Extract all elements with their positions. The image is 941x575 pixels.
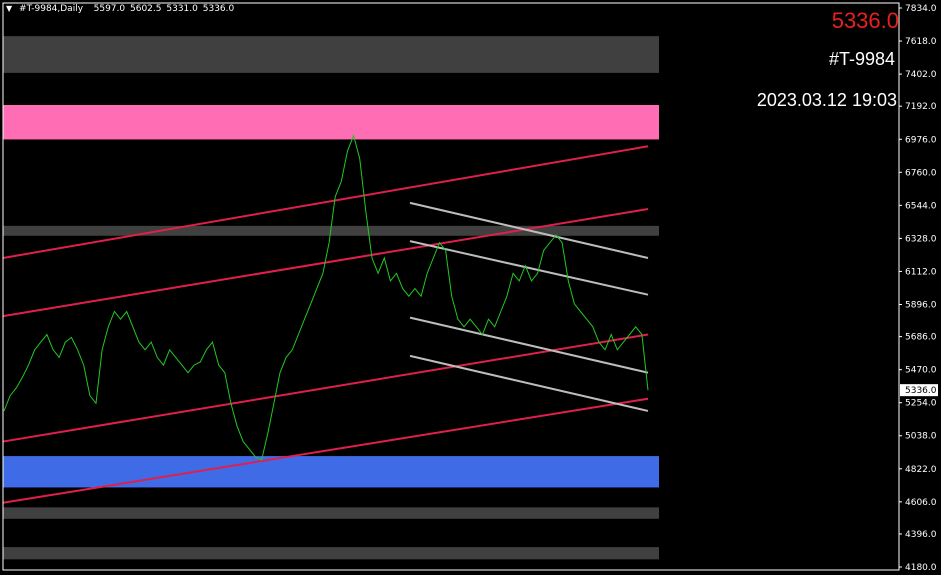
price-series bbox=[3, 134, 649, 461]
y-tick-label: 5686.0 bbox=[905, 333, 937, 343]
zone-gray-4 bbox=[3, 507, 659, 519]
collapse-triangle-icon[interactable]: ▼ bbox=[6, 4, 12, 13]
y-tick-label: 5896.0 bbox=[905, 300, 937, 310]
y-tick-label: 7192.0 bbox=[905, 102, 937, 112]
current-price-overlay: 5336.0 bbox=[831, 8, 899, 33]
y-tick-label: 5470.0 bbox=[905, 366, 937, 376]
datetime-overlay: 2023.03.12 19:03 bbox=[756, 90, 897, 110]
y-tick-label: 5254.0 bbox=[905, 399, 937, 409]
y-tick-label: 6112.0 bbox=[905, 267, 937, 277]
y-tick-label: 6544.0 bbox=[905, 201, 937, 211]
y-tick-label: 5038.0 bbox=[905, 432, 937, 442]
y-tick-label: 7402.0 bbox=[905, 70, 937, 80]
current-price-label: 5336.0 bbox=[905, 386, 937, 396]
zone-gray-0 bbox=[3, 36, 659, 73]
y-tick-label: 4822.0 bbox=[905, 465, 937, 475]
y-tick-label: 4396.0 bbox=[905, 530, 937, 540]
y-tick-label: 7618.0 bbox=[905, 37, 937, 47]
y-tick-label: 6328.0 bbox=[905, 234, 937, 244]
ohlc-high: 5602.5 bbox=[130, 4, 162, 14]
chart-header: ▼ #T-9984,Daily 5597.0 5602.5 5331.0 533… bbox=[6, 4, 236, 14]
y-tick-label: 4180.0 bbox=[905, 563, 937, 573]
zone-blue-3 bbox=[3, 456, 659, 488]
zone-gray-5 bbox=[3, 547, 659, 560]
zone-rectangles bbox=[3, 36, 659, 560]
price-line bbox=[3, 134, 649, 461]
y-tick-label: 6760.0 bbox=[905, 168, 937, 178]
red-channel-lines bbox=[2, 145, 649, 504]
y-tick-label: 4606.0 bbox=[905, 498, 937, 508]
price-axis: 7834.0 7618.0 7402.0 7192.0 6976.0 6760.0 6544… bbox=[2, 2, 938, 573]
zone-pink-1 bbox=[3, 104, 659, 140]
y-tick-label: 7834.0 bbox=[905, 4, 937, 14]
price-chart: 7834.0 7618.0 7402.0 7192.0 6976.0 6760.0 6544… bbox=[2, 2, 938, 573]
ohlc-open: 5597.0 bbox=[93, 4, 126, 14]
symbol-overlay: #T-9984 bbox=[828, 49, 895, 69]
ohlc-close: 5336.0 bbox=[202, 4, 235, 14]
ohlc-low: 5331.0 bbox=[166, 4, 198, 14]
y-tick-label: 6976.0 bbox=[905, 135, 937, 145]
symbol-timeframe: #T-9984,Daily bbox=[19, 4, 84, 14]
